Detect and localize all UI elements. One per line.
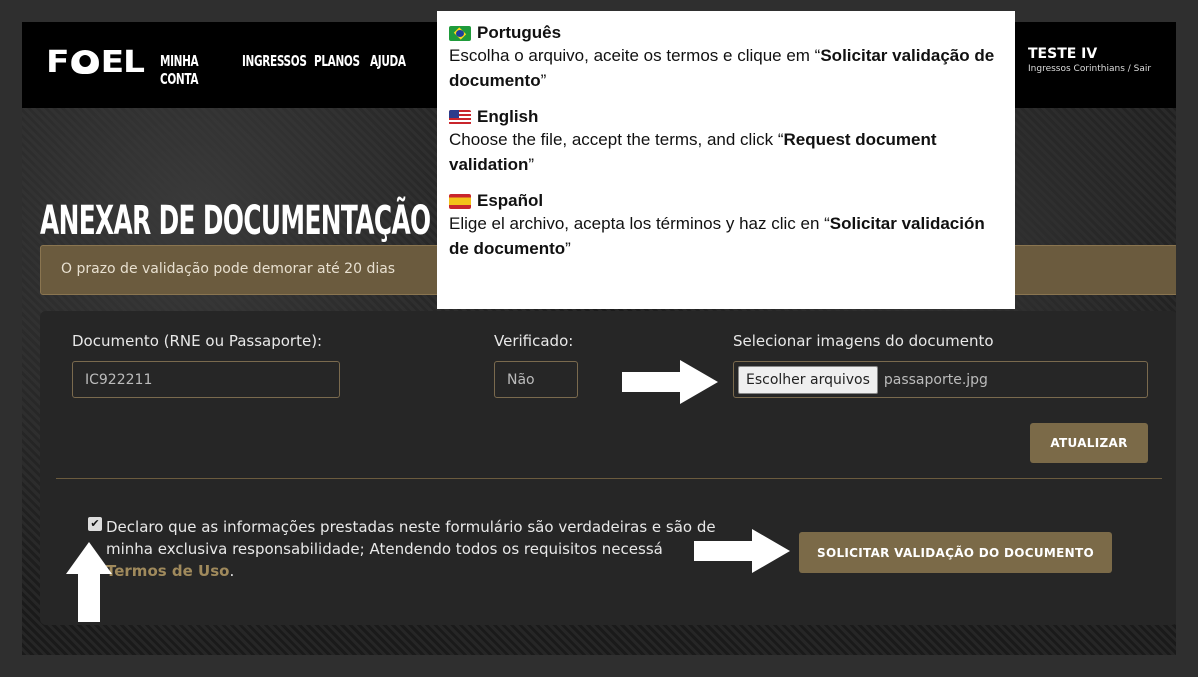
verified-label: Verificado: — [494, 332, 574, 350]
declaration-line-1: Declaro que as informações prestadas nes… — [106, 518, 716, 536]
language-label: English — [477, 107, 539, 126]
brazil-flag-icon — [449, 25, 471, 41]
logo-text-el: EL — [100, 44, 145, 80]
fiel-logo[interactable]: F EL — [46, 45, 145, 80]
logo-text-f: F — [46, 44, 70, 80]
instruction-text: Choose the file, accept the terms, and c… — [449, 130, 784, 149]
document-form-card: Documento (RNE ou Passaporte): IC922211 … — [40, 311, 1176, 625]
page-title: ANEXAR DE DOCUMENTAÇÃO — [40, 198, 431, 244]
declaration-text: Declaro que as informações prestadas nes… — [106, 516, 756, 582]
check-icon: ✔ — [90, 517, 100, 530]
nav-ingressos[interactable]: INGRESSOS — [242, 52, 307, 88]
arrow-right-icon — [694, 529, 790, 573]
nav-minha-conta[interactable]: MINHA CONTA — [160, 52, 206, 88]
declaration-line-2: minha exclusiva responsabilidade; Atende… — [106, 540, 663, 558]
terms-suffix: . — [229, 562, 235, 580]
arrow-right-icon — [622, 360, 718, 404]
instruction-close-quote: ” — [565, 239, 571, 258]
language-label: Português — [477, 23, 562, 42]
file-name: passaporte.jpg — [883, 371, 988, 388]
document-number-field[interactable]: IC922211 — [72, 361, 340, 398]
update-button[interactable]: ATUALIZAR — [1030, 423, 1148, 463]
instruction-close-quote: ” — [528, 155, 535, 174]
verified-field: Não — [494, 361, 578, 398]
terms-of-use-link[interactable]: Termos de Uso — [106, 562, 229, 580]
form-divider — [56, 478, 1162, 479]
request-validation-button[interactable]: SOLICITAR VALIDAÇÃO DO DOCUMENTO — [799, 532, 1112, 573]
instruction-es: Español Elige el archivo, acepta los tér… — [449, 191, 1003, 261]
instructions-overlay: Português Escolha o arquivo, aceite os t… — [437, 11, 1015, 309]
arrow-up-icon — [66, 542, 112, 622]
usa-flag-icon — [449, 109, 471, 125]
instruction-close-quote: ” — [540, 71, 547, 90]
main-nav: MINHA CONTA INGRESSOS PLANOS AJUDA — [160, 52, 406, 88]
instruction-text: Elige el archivo, acepta los términos y … — [449, 214, 830, 233]
instruction-pt: Português Escolha o arquivo, aceite os t… — [449, 23, 1003, 93]
instruction-text: Escolha o arquivo, aceite os termos e cl… — [449, 46, 821, 65]
instruction-en: English Choose the file, accept the term… — [449, 107, 1003, 177]
doc-label: Documento (RNE ou Passaporte): — [72, 332, 323, 350]
nav-planos[interactable]: PLANOS — [314, 52, 360, 88]
nav-ajuda[interactable]: AJUDA — [370, 52, 406, 88]
images-label: Selecionar imagens do documento — [733, 332, 994, 350]
language-label: Español — [477, 191, 544, 210]
choose-files-button[interactable]: Escolher arquivos — [738, 365, 878, 394]
terms-checkbox[interactable]: ✔ — [88, 517, 102, 531]
user-menu[interactable]: TESTE IV Ingressos Corinthians / Sair — [1028, 46, 1151, 74]
spain-flag-icon — [449, 193, 471, 209]
user-links[interactable]: Ingressos Corinthians / Sair — [1028, 64, 1151, 74]
file-input[interactable]: Escolher arquivos passaporte.jpg — [733, 361, 1148, 398]
user-name: TESTE IV — [1028, 46, 1098, 62]
corinthians-crest-icon — [70, 50, 99, 74]
